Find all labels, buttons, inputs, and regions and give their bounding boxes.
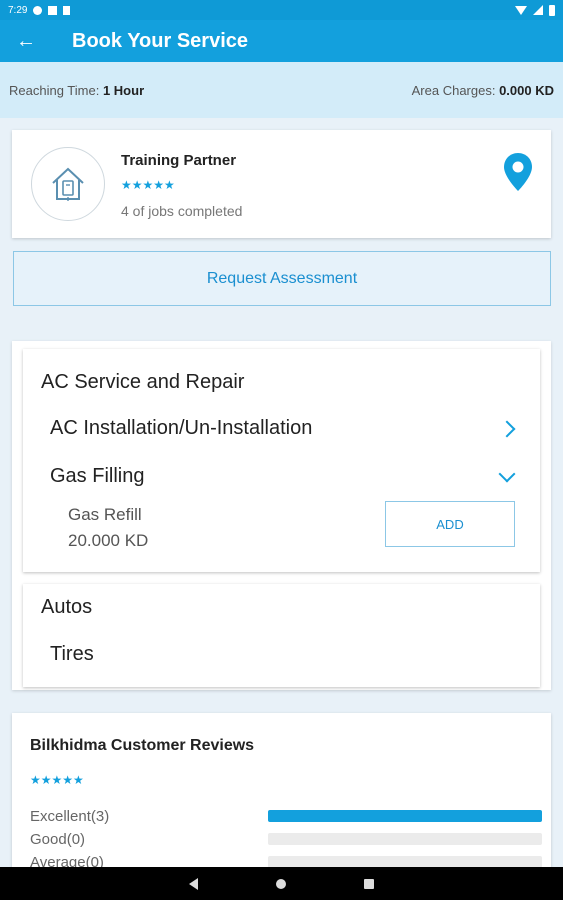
system-nav-bar [0, 867, 563, 900]
avatar [31, 147, 105, 221]
reaching-time-label: Reaching Time: [9, 82, 100, 98]
item-name: Gas Refill [68, 505, 142, 524]
battery-icon [549, 4, 555, 16]
rating-row-good: Good(0) [30, 829, 542, 849]
item-price: 20.000 KD [68, 531, 149, 550]
status-time: 7:29 [8, 4, 28, 16]
rating-bar [268, 810, 542, 822]
jobs-completed: 4 of jobs completed [121, 203, 243, 219]
status-bar: 7:29 [0, 0, 563, 20]
subcategory-ac-installation[interactable]: AC Installation/Un-Installation [50, 417, 516, 440]
arrow-left-icon: ← [16, 30, 36, 52]
map-pin-icon[interactable] [503, 152, 533, 192]
subcategory-gas-filling[interactable]: Gas Filling [50, 465, 516, 488]
area-charges-label: Area Charges: [411, 82, 496, 98]
category-card-ac: AC Service and Repair AC Installation/Un… [23, 349, 540, 572]
area-charges: Area Charges: 0.000 KD [412, 83, 554, 98]
reviews-title: Bilkhidma Customer Reviews [30, 737, 255, 754]
services-list: AC Service and Repair AC Installation/Un… [12, 341, 551, 690]
nav-back-icon[interactable] [189, 877, 198, 890]
page-title: Book Your Service [72, 29, 248, 52]
subcategory-label: Tires [50, 643, 94, 665]
request-assessment-button[interactable]: Request Assessment [13, 251, 551, 306]
reviews-card: Bilkhidma Customer Reviews ★★★★★ Excelle… [12, 713, 551, 873]
wifi-icon [515, 5, 527, 15]
reaching-time-value: 1 Hour [102, 82, 145, 98]
reviews-stars: ★★★★★ [30, 773, 84, 787]
reaching-time: Reaching Time: 1 Hour [9, 83, 144, 98]
notification-icon [48, 5, 58, 15]
subcategory-label: AC Installation/Un-Installation [50, 417, 313, 439]
category-title: AC Service and Repair [41, 371, 245, 393]
subcategory-tires[interactable]: Tires [50, 643, 513, 666]
signal-icon [533, 5, 543, 15]
add-button[interactable]: ADD [385, 501, 515, 547]
subcategory-label: Gas Filling [50, 465, 145, 487]
sim-icon [63, 5, 71, 15]
area-charges-value: 0.000 KD [499, 82, 554, 98]
category-title: Autos [41, 596, 93, 618]
app-bar: ← Book Your Service [0, 20, 563, 62]
nav-recents-icon[interactable] [364, 878, 374, 889]
partner-rating-stars: ★★★★★ [121, 178, 175, 192]
rating-label: Good(0) [30, 830, 86, 848]
chevron-down-icon [498, 465, 516, 482]
category-card-autos: Autos Tires [23, 584, 540, 687]
rating-row-excellent: Excellent(3) [30, 806, 542, 826]
info-bar: Reaching Time: 1 Hour Area Charges: 0.00… [0, 62, 563, 118]
nav-home-icon[interactable] [276, 878, 286, 889]
rating-bar-fill [268, 810, 542, 822]
rating-bar [268, 833, 542, 845]
chevron-right-icon [498, 420, 516, 437]
settings-icon [33, 5, 43, 15]
rating-label: Excellent(3) [30, 807, 110, 825]
partner-name: Training Partner [121, 152, 237, 169]
back-button[interactable]: ← [0, 20, 52, 62]
partner-logo-icon [52, 167, 84, 201]
partner-card: Training Partner ★★★★★ 4 of jobs complet… [12, 130, 551, 238]
